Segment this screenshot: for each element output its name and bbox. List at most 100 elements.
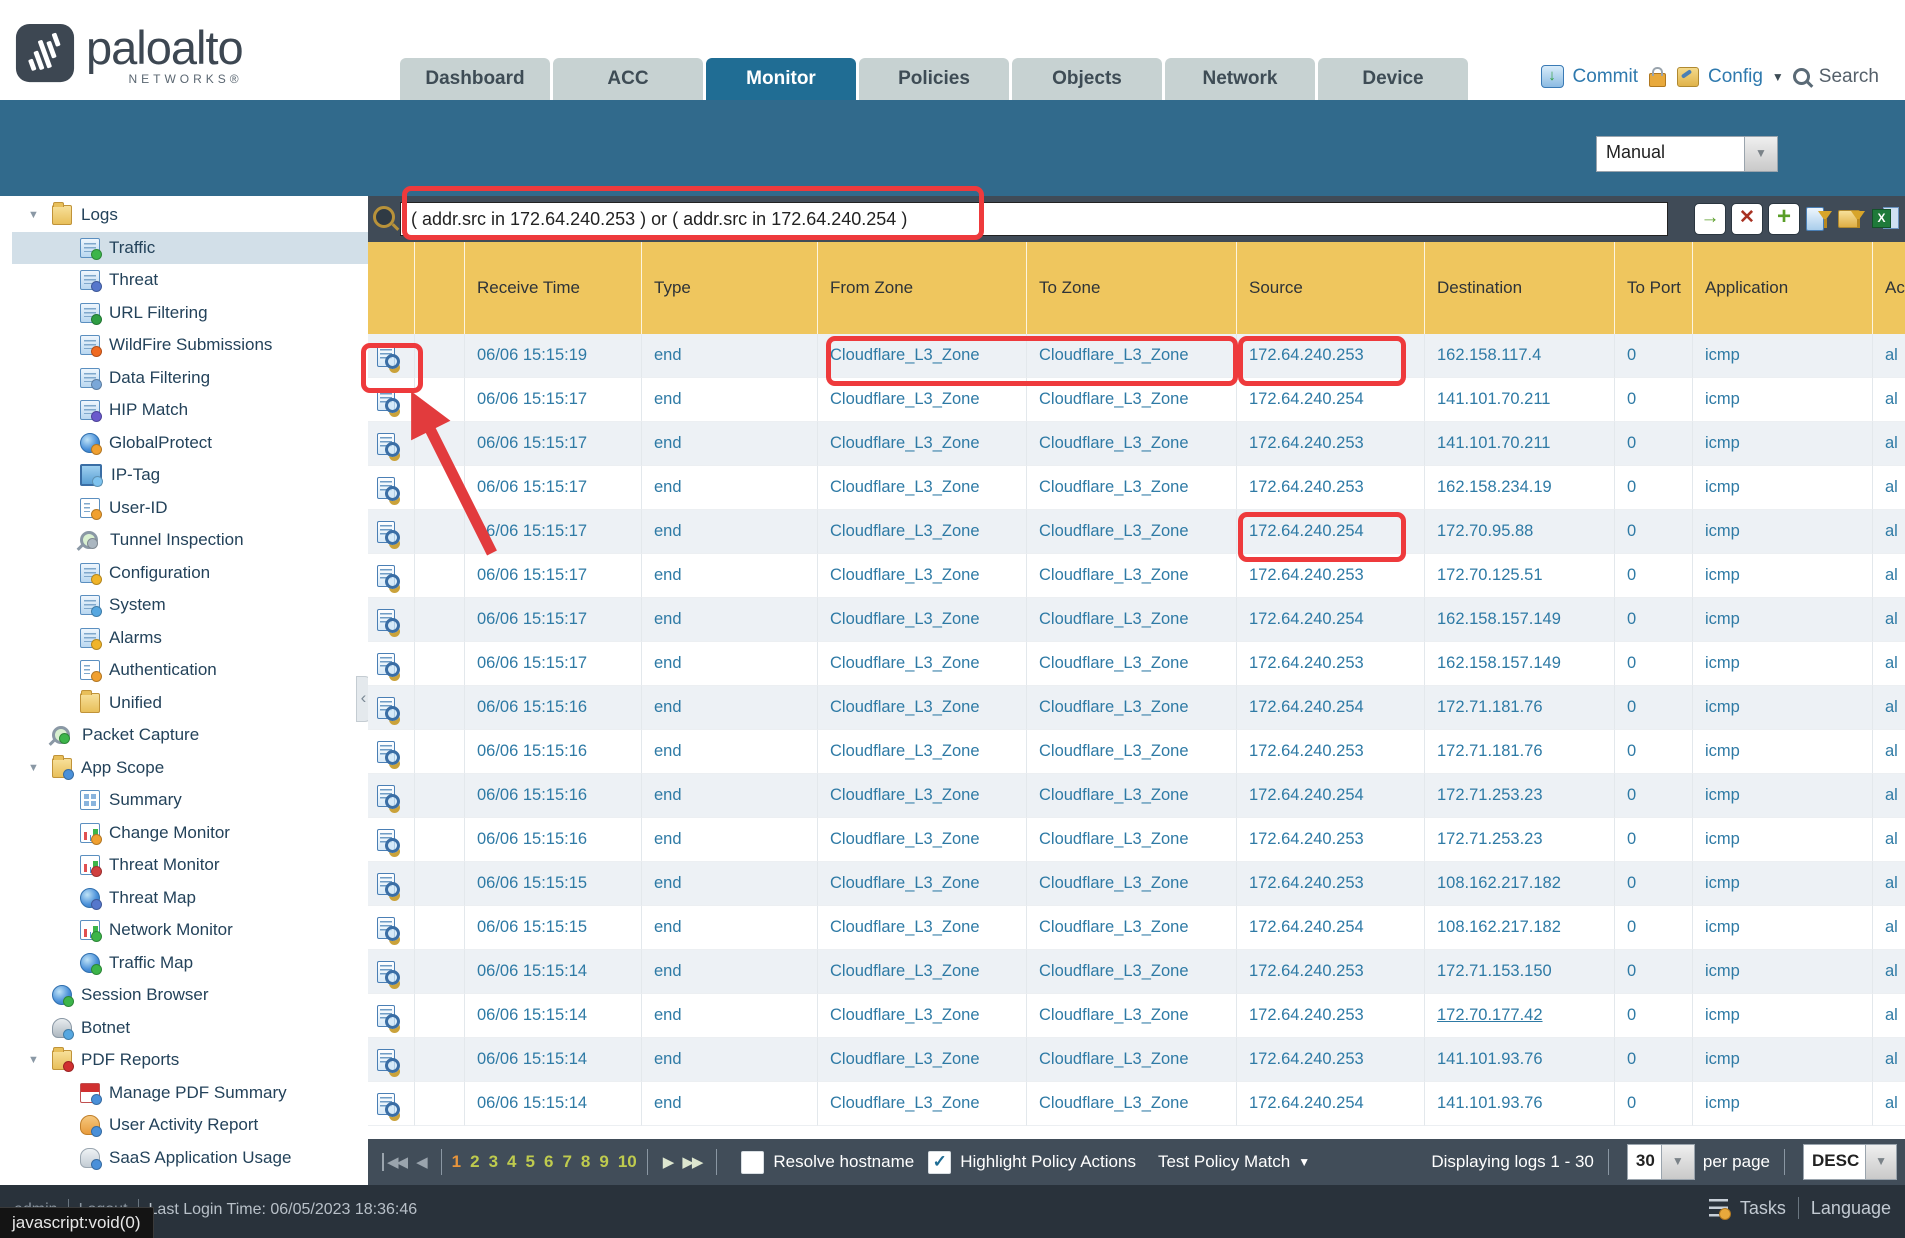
expander-icon[interactable]: ▼ <box>28 1054 52 1066</box>
header-destination[interactable]: Destination <box>1425 242 1615 334</box>
highlight-policy-label[interactable]: Highlight Policy Actions <box>960 1152 1136 1172</box>
sidebar-item[interactable]: ▼ URL Filtering <box>12 297 368 330</box>
apply-filter-button[interactable]: → <box>1694 203 1726 235</box>
destination-cell[interactable]: 141.101.70.211 <box>1425 422 1615 466</box>
log-detail-icon[interactable] <box>377 389 395 411</box>
log-detail-icon[interactable] <box>377 873 395 895</box>
page-number[interactable]: 1 <box>452 1152 461 1172</box>
log-detail-icon[interactable] <box>377 433 395 455</box>
sidebar-item[interactable]: ▼ Threat Monitor <box>12 849 368 882</box>
log-detail-icon[interactable] <box>377 1049 395 1071</box>
table-row[interactable]: 06/06 15:15:17 end Cloudflare_L3_Zone Cl… <box>368 598 1905 642</box>
log-detail-icon[interactable] <box>377 829 395 851</box>
per-page-caret-icon[interactable]: ▼ <box>1661 1145 1694 1179</box>
page-number[interactable]: 8 <box>581 1152 590 1172</box>
header-application[interactable]: Application <box>1693 242 1873 334</box>
destination-cell[interactable]: 162.158.117.4 <box>1425 334 1615 378</box>
sidebar-item[interactable]: ▼ SaaS Application Usage <box>12 1142 368 1175</box>
sidebar-item[interactable]: ▼ Configuration <box>12 557 368 590</box>
header-from-zone[interactable]: From Zone <box>818 242 1027 334</box>
lock-icon[interactable] <box>1649 73 1666 87</box>
page-number[interactable]: 4 <box>507 1152 516 1172</box>
tab-network[interactable]: Network <box>1165 58 1315 100</box>
header-receive-time[interactable]: Receive Time <box>465 242 642 334</box>
sidebar-item[interactable]: ▼ Session Browser <box>12 979 368 1012</box>
sidebar-item[interactable]: ▼ WildFire Submissions <box>12 329 368 362</box>
sidebar-item[interactable]: ▼ Tunnel Inspection <box>12 524 368 557</box>
log-detail-icon[interactable] <box>377 477 395 499</box>
log-detail-icon[interactable] <box>377 609 395 631</box>
sort-order-select[interactable]: DESC ▼ <box>1803 1144 1897 1180</box>
sidebar-item[interactable]: ▼ Alarms <box>12 622 368 655</box>
config-caret-icon[interactable]: ▼ <box>1772 70 1784 84</box>
header-detail-col[interactable] <box>368 242 415 334</box>
destination-cell[interactable]: 162.158.234.19 <box>1425 466 1615 510</box>
sidebar-item[interactable]: ▼ Summary <box>12 784 368 817</box>
destination-cell[interactable]: 141.101.93.76 <box>1425 1082 1615 1126</box>
log-detail-icon[interactable] <box>377 917 395 939</box>
log-detail-icon[interactable] <box>377 521 395 543</box>
sidebar-item[interactable]: ▼ Traffic Map <box>12 947 368 980</box>
destination-cell[interactable]: 141.101.70.211 <box>1425 378 1615 422</box>
destination-cell[interactable]: 172.71.153.150 <box>1425 950 1615 994</box>
header-type[interactable]: Type <box>642 242 818 334</box>
table-row[interactable]: 06/06 15:15:17 end Cloudflare_L3_Zone Cl… <box>368 422 1905 466</box>
page-number[interactable]: 3 <box>489 1152 498 1172</box>
table-row[interactable]: 06/06 15:15:17 end Cloudflare_L3_Zone Cl… <box>368 642 1905 686</box>
log-detail-icon[interactable] <box>377 565 395 587</box>
table-row[interactable]: 06/06 15:15:16 end Cloudflare_L3_Zone Cl… <box>368 774 1905 818</box>
export-csv-icon[interactable]: X <box>1871 205 1899 233</box>
sidebar-item[interactable]: ▼ Authentication <box>12 654 368 687</box>
search-button[interactable]: Search <box>1819 66 1879 88</box>
log-detail-icon[interactable] <box>377 1093 395 1115</box>
per-page-select[interactable]: 30 ▼ <box>1627 1144 1695 1180</box>
filter-builder-icon[interactable] <box>1805 205 1833 233</box>
tab-dashboard[interactable]: Dashboard <box>400 58 550 100</box>
page-number[interactable]: 10 <box>618 1152 637 1172</box>
first-page-icon[interactable]: ◀◀ <box>382 1153 406 1171</box>
sort-order-caret-icon[interactable]: ▼ <box>1865 1145 1896 1179</box>
destination-cell[interactable]: 162.158.157.149 <box>1425 598 1615 642</box>
prev-page-icon[interactable]: ◀ <box>416 1153 426 1171</box>
sidebar-item[interactable]: ▼ HIP Match <box>12 394 368 427</box>
tab-objects[interactable]: Objects <box>1012 58 1162 100</box>
log-detail-icon[interactable] <box>377 345 395 367</box>
log-detail-icon[interactable] <box>377 1005 395 1027</box>
table-row[interactable]: 06/06 15:15:14 end Cloudflare_L3_Zone Cl… <box>368 994 1905 1038</box>
page-number[interactable]: 7 <box>562 1152 571 1172</box>
tab-acc[interactable]: ACC <box>553 58 703 100</box>
page-number[interactable]: 2 <box>470 1152 479 1172</box>
sidebar-item[interactable]: ▼ Unified <box>12 687 368 720</box>
page-number[interactable]: 9 <box>599 1152 608 1172</box>
destination-cell[interactable]: 172.71.181.76 <box>1425 730 1615 774</box>
header-action[interactable]: Ac <box>1873 242 1905 334</box>
table-row[interactable]: 06/06 15:15:14 end Cloudflare_L3_Zone Cl… <box>368 1038 1905 1082</box>
last-page-icon[interactable]: ▶▶ <box>682 1153 701 1171</box>
resolve-hostname-checkbox[interactable] <box>741 1151 764 1174</box>
table-row[interactable]: 06/06 15:15:16 end Cloudflare_L3_Zone Cl… <box>368 730 1905 774</box>
commit-button[interactable]: Commit <box>1573 66 1638 88</box>
log-detail-icon[interactable] <box>377 785 395 807</box>
tab-device[interactable]: Device <box>1318 58 1468 100</box>
config-button[interactable]: Config <box>1708 66 1763 88</box>
sidebar-item[interactable]: ▼ System <box>12 589 368 622</box>
sidebar-item[interactable]: ▼ Botnet <box>12 1012 368 1045</box>
test-policy-match-button[interactable]: Test Policy Match ▼ <box>1158 1152 1310 1172</box>
log-detail-icon[interactable] <box>377 741 395 763</box>
filter-icon[interactable] <box>373 206 395 228</box>
sidebar-item[interactable]: ▼ Network Monitor <box>12 914 368 947</box>
clear-filter-button[interactable]: ✕ <box>1731 203 1763 235</box>
tab-monitor[interactable]: Monitor <box>706 58 856 100</box>
table-row[interactable]: 06/06 15:15:17 end Cloudflare_L3_Zone Cl… <box>368 510 1905 554</box>
table-row[interactable]: 06/06 15:15:15 end Cloudflare_L3_Zone Cl… <box>368 862 1905 906</box>
log-detail-icon[interactable] <box>377 697 395 719</box>
expander-icon[interactable]: ▼ <box>28 762 52 774</box>
refresh-mode-caret-icon[interactable]: ▼ <box>1744 137 1777 171</box>
page-number[interactable]: 6 <box>544 1152 553 1172</box>
destination-cell[interactable]: 172.70.125.51 <box>1425 554 1615 598</box>
tab-policies[interactable]: Policies <box>859 58 1009 100</box>
sidebar-item[interactable]: ▼ IP-Tag <box>12 459 368 492</box>
table-row[interactable]: 06/06 15:15:16 end Cloudflare_L3_Zone Cl… <box>368 818 1905 862</box>
destination-cell[interactable]: 162.158.157.149 <box>1425 642 1615 686</box>
table-row[interactable]: 06/06 15:15:17 end Cloudflare_L3_Zone Cl… <box>368 466 1905 510</box>
